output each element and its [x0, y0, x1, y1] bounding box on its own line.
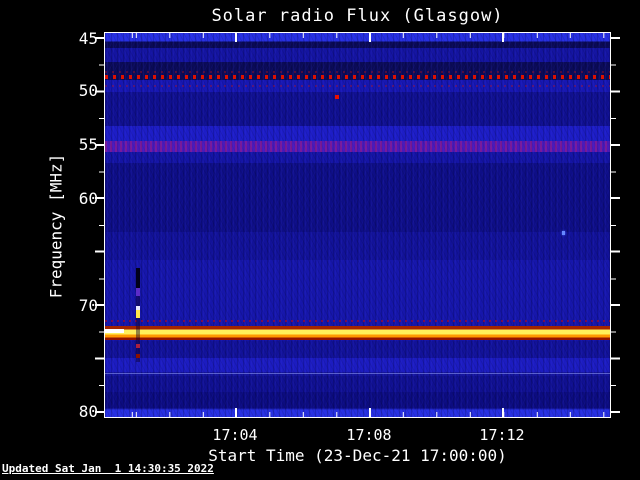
y-tick-label-45: 45	[78, 29, 98, 48]
chart-title: Solar radio Flux (Glasgow)	[211, 6, 504, 26]
top-major-tick-1704	[235, 33, 237, 42]
solar-radio-flux-page: { "title": "Solar radio Flux (Glasgow)",…	[0, 0, 640, 480]
artifact-bright-blob	[136, 306, 140, 318]
emission-band-72mhz	[105, 326, 610, 341]
artifact-purple-blob	[136, 288, 140, 296]
right-axis-minor-ticks	[611, 33, 616, 417]
artifact-red-dot-1	[136, 344, 140, 348]
emission-band-white-segment	[105, 329, 124, 333]
faint-horizontal-line	[105, 373, 610, 374]
top-major-tick-1712	[502, 33, 504, 42]
artifact-black-segment	[136, 268, 140, 290]
x-tick-label-1708: 17:08	[346, 426, 392, 444]
red-interference-faint-upper	[105, 71, 610, 73]
x-tick-label-1712: 17:12	[479, 426, 525, 444]
top-major-tick-1708	[369, 33, 371, 42]
right-axis-major-ticks	[611, 33, 620, 417]
bottom-major-tick-1704	[235, 408, 237, 417]
y-tick-label-80: 80	[78, 402, 98, 421]
maroon-speckle-line	[105, 320, 610, 322]
red-interference-line	[105, 75, 610, 79]
bottom-major-tick-1712	[502, 408, 504, 417]
y-axis-title: Frequency [MHz]	[46, 153, 66, 299]
spectrogram-image	[105, 33, 610, 417]
purple-diffuse-band	[105, 141, 610, 152]
y-tick-label-70: 70	[78, 296, 98, 315]
y-tick-label-60: 60	[78, 189, 98, 208]
faint-blue-dot	[562, 231, 565, 235]
spectrogram-plot	[95, 32, 620, 418]
artifact-red-dot-2	[136, 354, 140, 358]
bottom-major-tick-1708	[369, 408, 371, 417]
update-timestamp: Updated Sat Jan 1 14:30:35 2022	[2, 462, 214, 475]
y-tick-label-50: 50	[78, 81, 98, 100]
left-axis-minor-ticks	[99, 33, 104, 417]
red-interference-faint-lower	[105, 85, 610, 87]
x-tick-label-1704: 17:04	[212, 426, 258, 444]
y-tick-label-55: 55	[78, 135, 98, 154]
red-point-burst	[335, 95, 339, 99]
